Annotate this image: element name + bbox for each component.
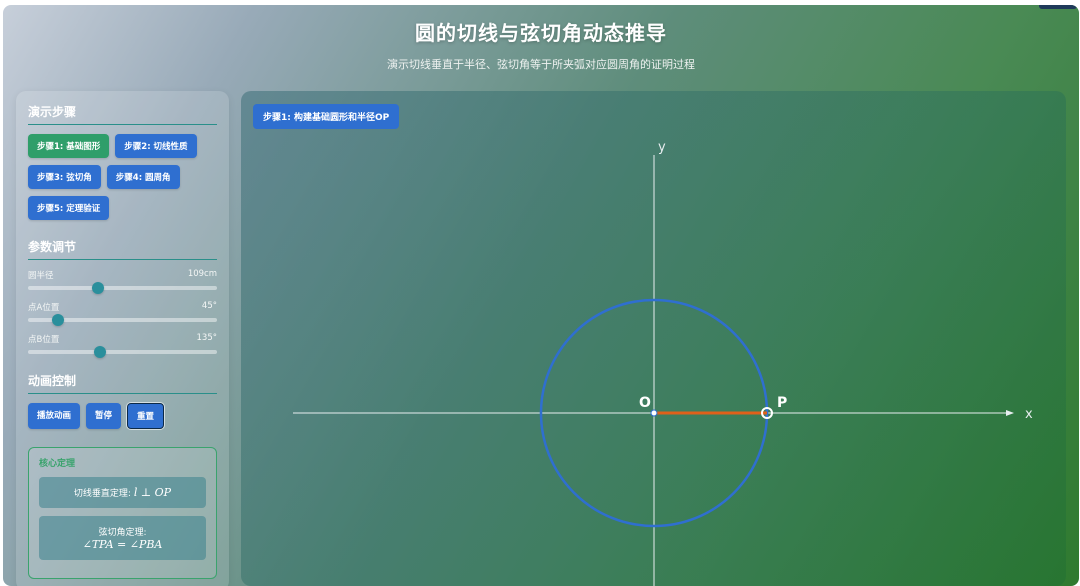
tangent-theorem-label: 切线垂直定理: (73, 489, 131, 499)
step2-button[interactable]: 步骤2: 切线性质 (115, 134, 197, 158)
y-axis-label: y (658, 140, 666, 155)
point-b-value: 135° (196, 333, 217, 343)
geometry-canvas[interactable]: x y O P (241, 91, 1066, 586)
point-a-label: 点A位置 (28, 303, 60, 313)
center-label: O (639, 395, 651, 411)
chord-theorem-label: 弦切角定理: (98, 528, 147, 538)
anim-section-title: 动画控制 (28, 372, 217, 394)
point-b-slider[interactable] (28, 346, 217, 358)
point-b-label: 点B位置 (28, 335, 60, 345)
control-sidebar: 演示步骤 步骤1: 基础图形 步骤2: 切线性质 步骤3: 弦切角 步骤4: 圆… (16, 91, 229, 586)
app-window: 圆的切线与弦切角动态推导 演示切线垂直于半径、弦切角等于所夹弧对应圆周角的证明过… (3, 5, 1079, 586)
geometry-canvas-panel: x y O P 步骤1: 构建基础圆形和半径OP (241, 91, 1066, 586)
tangent-theorem-formula: l ⊥ OP (133, 486, 172, 499)
page-subtitle: 演示切线垂直于半径、弦切角等于所夹弧对应圆周角的证明过程 (387, 58, 695, 71)
tangent-theorem-card: 切线垂直定理: l ⊥ OP (39, 477, 206, 508)
play-button[interactable]: 播放动画 (28, 403, 81, 429)
radius-param: 圆半径 109cm (28, 269, 217, 294)
anim-buttons: 播放动画 暂停 重置 (28, 403, 217, 429)
point-p-label: P (777, 395, 787, 411)
corner-button[interactable] (1039, 5, 1077, 9)
steps-section-title: 演示步骤 (28, 103, 217, 125)
current-step-label: 步骤1: 构建基础圆形和半径OP (253, 104, 400, 129)
x-axis-label: x (1025, 407, 1033, 422)
theorem-title: 核心定理 (39, 459, 76, 469)
point-b-param: 点B位置 135° (28, 333, 217, 358)
step3-button[interactable]: 步骤3: 弦切角 (28, 165, 101, 189)
reset-button[interactable]: 重置 (127, 403, 165, 429)
center-point (650, 409, 658, 417)
step1-button[interactable]: 步骤1: 基础图形 (28, 134, 110, 158)
radius-value: 109cm (187, 269, 217, 279)
chord-theorem-formula: ∠TPA = ∠PBA (82, 538, 163, 551)
radius-label: 圆半径 (28, 271, 54, 281)
step4-button[interactable]: 步骤4: 圆周角 (106, 165, 180, 189)
step5-button[interactable]: 步骤5: 定理验证 (28, 196, 110, 220)
point-a-param: 点A位置 45° (28, 301, 217, 326)
header: 圆的切线与弦切角动态推导 演示切线垂直于半径、弦切角等于所夹弧对应圆周角的证明过… (3, 17, 1079, 72)
point-b-slider-thumb[interactable] (93, 346, 106, 358)
radius-slider[interactable] (28, 282, 217, 294)
point-a-slider-thumb[interactable] (52, 314, 65, 326)
point-a-slider[interactable] (28, 314, 217, 326)
chord-theorem-card: 弦切角定理: ∠TPA = ∠PBA (39, 516, 206, 560)
pause-button[interactable]: 暂停 (86, 403, 122, 429)
page-title: 圆的切线与弦切角动态推导 (415, 21, 667, 45)
params-section-title: 参数调节 (28, 238, 217, 260)
radius-slider-thumb[interactable] (91, 282, 104, 294)
point-a-value: 45° (201, 301, 217, 311)
step-buttons: 步骤1: 基础图形 步骤2: 切线性质 步骤3: 弦切角 步骤4: 圆周角 步骤… (28, 134, 217, 220)
theorem-box: 核心定理 切线垂直定理: l ⊥ OP 弦切角定理: ∠TPA = ∠PBA (28, 447, 217, 579)
